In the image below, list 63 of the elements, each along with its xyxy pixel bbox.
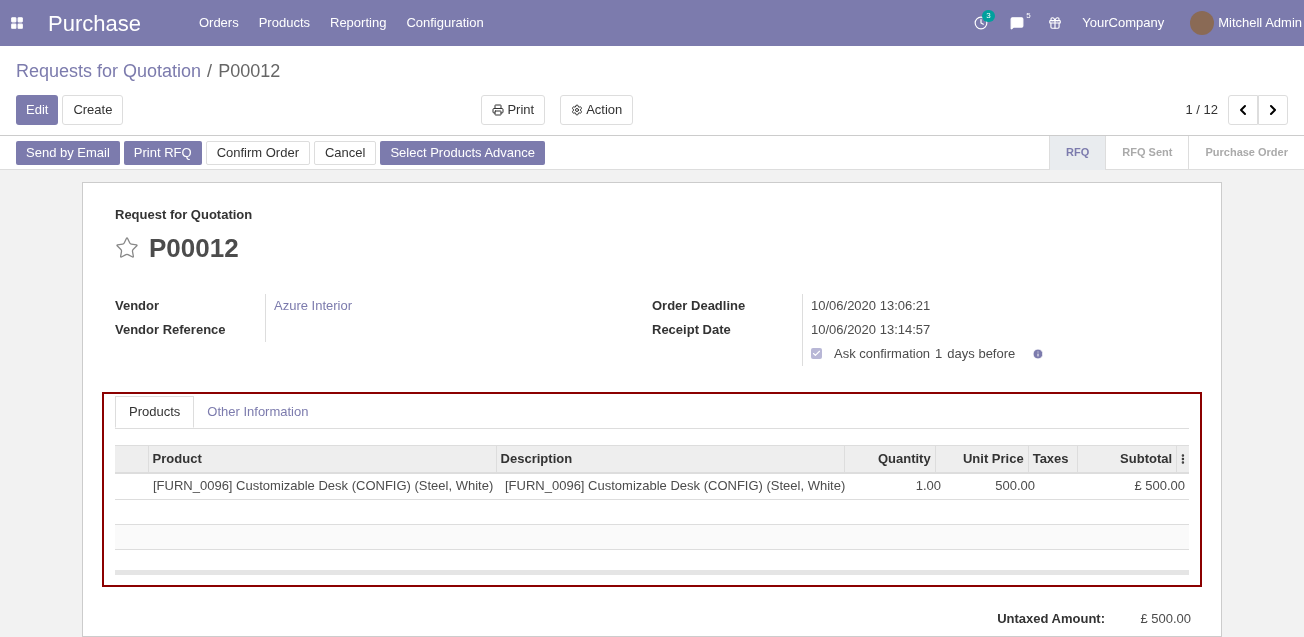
vendor-link[interactable]: Azure Interior — [274, 295, 353, 316]
status-stage[interactable]: RFQ — [1049, 135, 1106, 170]
column-header[interactable]: Description — [496, 445, 845, 472]
gift-icon[interactable] — [1048, 16, 1063, 30]
status-action-button[interactable]: Confirm Order — [205, 140, 310, 165]
form-subtitle: Request for Quotation — [115, 206, 254, 224]
field-label: Vendor — [115, 296, 161, 315]
menu-item[interactable]: Products — [248, 13, 320, 33]
company-switcher[interactable]: YourCompany — [1082, 13, 1165, 33]
column-header[interactable]: Unit Price — [935, 445, 1029, 472]
status-action-button[interactable]: Print RFQ — [123, 140, 202, 165]
days-value: 1 — [935, 344, 943, 363]
total-label: Untaxed Amount: — [997, 609, 1105, 628]
breadcrumb-separator: / — [207, 60, 213, 83]
column-header[interactable]: Taxes — [1028, 445, 1079, 472]
app-title[interactable]: Purchase — [48, 6, 141, 40]
status-action-button[interactable]: Select Products Advance — [380, 140, 545, 165]
action-button[interactable]: Action — [560, 95, 634, 125]
column-header[interactable]: Product — [148, 445, 497, 472]
message-count: 5 — [1026, 10, 1031, 22]
printer-icon — [492, 104, 505, 116]
column-header[interactable]: Quantity — [844, 445, 936, 472]
record-name: P00012 — [149, 231, 239, 265]
print-button[interactable]: Print — [481, 95, 546, 125]
status-stage[interactable]: Purchase Order — [1188, 135, 1304, 170]
star-icon[interactable] — [115, 236, 139, 260]
field-value: 10/06/2020 13:14:57 — [811, 320, 931, 339]
field-label: Vendor Reference — [115, 320, 227, 339]
days-suffix: days before — [947, 344, 1016, 363]
pager-value: 1 / 12 — [1185, 101, 1218, 120]
table-cell-text: [FURN_0096] Customizable Desk (CONFIG) (Steel, White) — [504, 477, 847, 496]
info-icon[interactable] — [1032, 347, 1045, 360]
checkbox-label: Ask confirmation — [834, 344, 931, 363]
table-cell-text: [FURN_0096] Customizable Desk (CONFIG) (Steel, White) — [152, 477, 495, 496]
tab[interactable]: Products — [115, 395, 195, 428]
field-value: 10/06/2020 13:06:21 — [811, 296, 931, 315]
user-menu[interactable]: Mitchell Admin — [1218, 13, 1302, 33]
create-button[interactable]: Create — [62, 95, 124, 125]
gear-icon — [571, 104, 584, 116]
field-label: Order Deadline — [652, 296, 747, 315]
messages-icon[interactable] — [1010, 16, 1025, 30]
menu-item[interactable]: Orders — [188, 13, 249, 33]
field-label: Receipt Date — [652, 320, 732, 339]
previous-button[interactable] — [1228, 95, 1258, 125]
total-value: £ 500.00 — [1139, 609, 1191, 628]
breadcrumb-current: P00012 — [218, 60, 281, 83]
activity-icon[interactable] — [974, 16, 989, 30]
tab[interactable]: Other Information — [194, 395, 322, 428]
activity-count-badge: 3 — [982, 10, 995, 22]
table-cell-text: 1.00 — [914, 477, 942, 496]
status-action-button[interactable]: Cancel — [314, 140, 377, 165]
next-button[interactable] — [1258, 95, 1288, 125]
status-action-button[interactable]: Send by Email — [16, 140, 120, 165]
breadcrumb-link[interactable]: Requests for Quotation — [16, 58, 202, 85]
status-stage[interactable]: RFQ Sent — [1105, 135, 1189, 170]
column-header[interactable]: Subtotal — [1078, 445, 1178, 472]
menu-item[interactable]: Reporting — [320, 13, 397, 33]
checkbox[interactable] — [811, 348, 822, 359]
apps-menu-icon[interactable] — [10, 16, 24, 30]
menu-item[interactable]: Configuration — [396, 13, 494, 33]
table-cell-text: 500.00 — [994, 477, 1036, 496]
table-cell-text: £ 500.00 — [1133, 477, 1186, 496]
edit-button[interactable]: Edit — [16, 95, 59, 125]
